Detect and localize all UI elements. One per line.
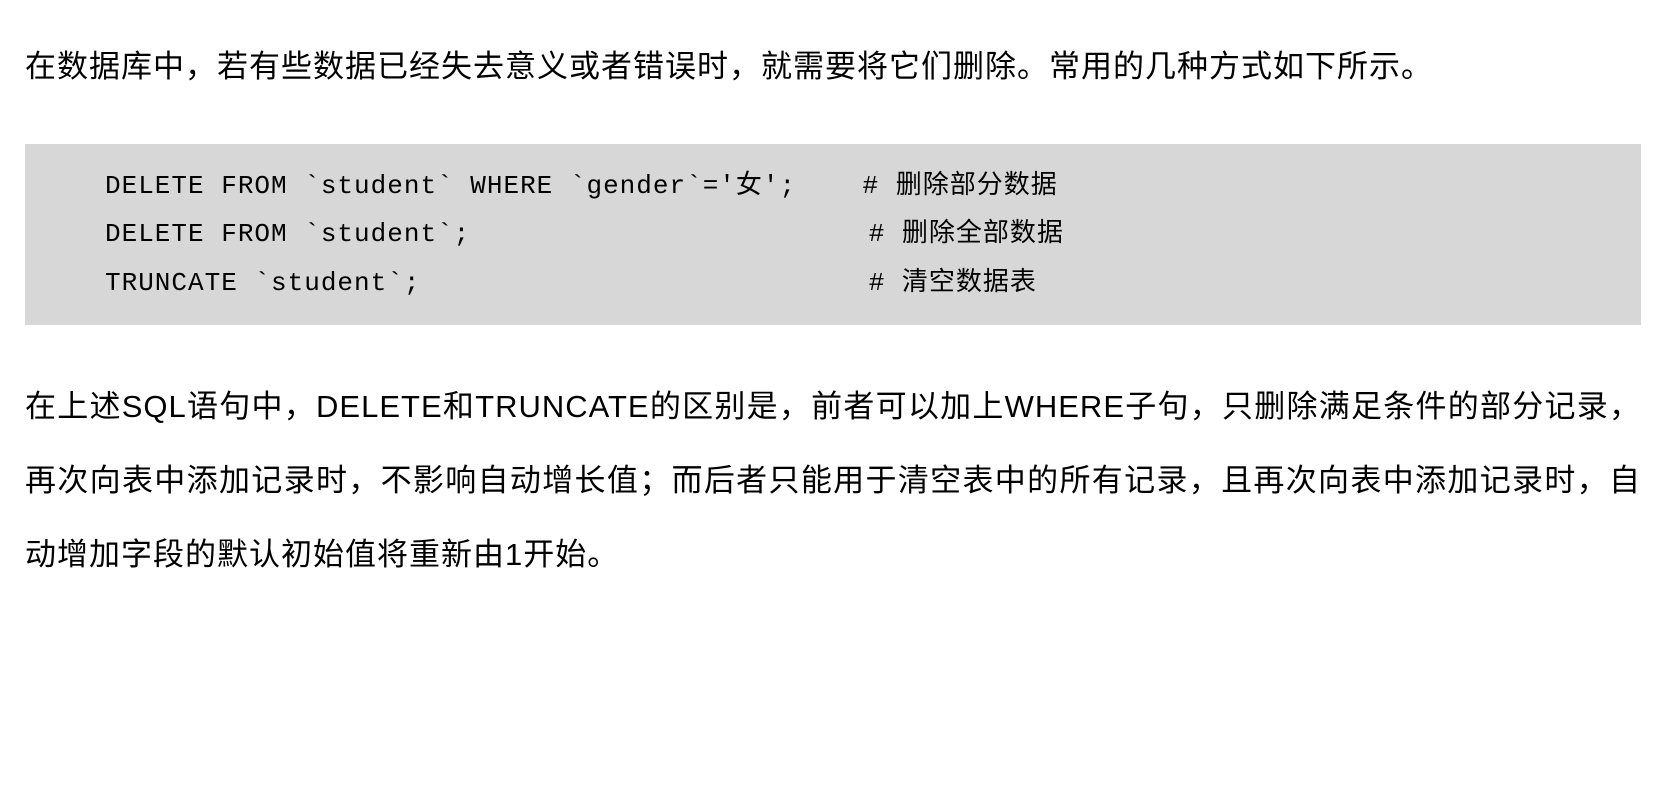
code-comment: # 清空数据表 bbox=[869, 259, 1037, 307]
code-command: DELETE FROM `student` WHERE `gender`='女'… bbox=[105, 162, 863, 210]
code-command: DELETE FROM `student`; bbox=[105, 210, 869, 258]
code-comment: # 删除全部数据 bbox=[869, 210, 1064, 258]
code-line: DELETE FROM `student`; # 删除全部数据 bbox=[105, 210, 1581, 258]
code-command: TRUNCATE `student`; bbox=[105, 259, 869, 307]
code-line: TRUNCATE `student`; # 清空数据表 bbox=[105, 259, 1581, 307]
code-block: DELETE FROM `student` WHERE `gender`='女'… bbox=[25, 144, 1641, 324]
outro-paragraph: 在上述SQL语句中，DELETE和TRUNCATE的区别是，前者可以加上WHER… bbox=[25, 370, 1641, 593]
intro-paragraph: 在数据库中，若有些数据已经失去意义或者错误时，就需要将它们删除。常用的几种方式如… bbox=[25, 30, 1641, 104]
code-comment: # 删除部分数据 bbox=[863, 162, 1058, 210]
code-line: DELETE FROM `student` WHERE `gender`='女'… bbox=[105, 162, 1581, 210]
